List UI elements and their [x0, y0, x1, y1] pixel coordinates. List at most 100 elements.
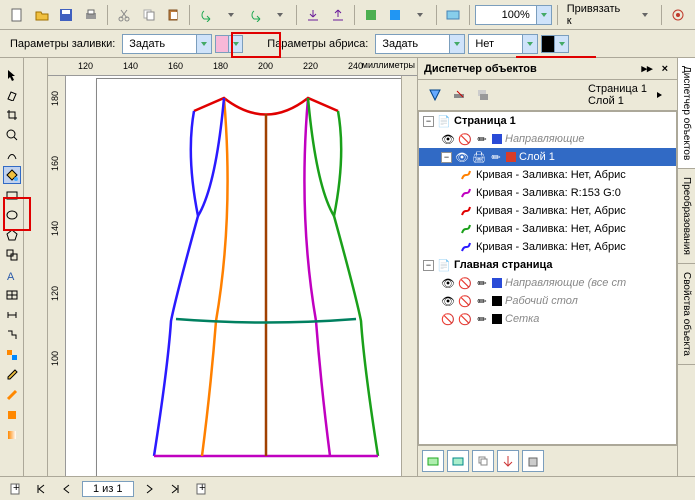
- disable-icon[interactable]: 🚫: [458, 276, 472, 290]
- eye-icon[interactable]: 👁: [441, 132, 455, 146]
- fill-mode-combo[interactable]: Задать: [122, 34, 212, 54]
- chevron-down-icon[interactable]: [228, 36, 242, 52]
- eye-icon[interactable]: 👁: [441, 276, 455, 290]
- tree-guides[interactable]: 👁🚫✏ Направляющие: [419, 130, 676, 148]
- tab-transformations[interactable]: Преобразования: [678, 169, 695, 264]
- ellipse-tool-icon[interactable]: [3, 206, 21, 224]
- text-tool-icon[interactable]: A: [3, 266, 21, 284]
- chevron-down-icon[interactable]: [196, 35, 211, 53]
- canvas[interactable]: [66, 76, 401, 476]
- outline-preset-combo[interactable]: Нет: [468, 34, 538, 54]
- undo-drop-icon[interactable]: [220, 4, 242, 26]
- undo-icon[interactable]: [195, 4, 217, 26]
- chevron-down-icon[interactable]: [536, 6, 551, 24]
- eyedropper-tool-icon[interactable]: [3, 366, 21, 384]
- show-props-icon[interactable]: [424, 84, 446, 106]
- tree-curve[interactable]: Кривая - Заливка: Нет, Абрис: [419, 238, 676, 256]
- move-layer-icon[interactable]: [497, 450, 519, 472]
- freehand-tool-icon[interactable]: [3, 146, 21, 164]
- object-tree[interactable]: −📄 Страница 1 👁🚫✏ Направляющие − 👁🖨✏ Сло…: [418, 111, 677, 445]
- tree-grid[interactable]: 🚫🚫✏ Сетка: [419, 310, 676, 328]
- tab-object-props[interactable]: Свойства объекта: [678, 264, 695, 365]
- save-icon[interactable]: [56, 4, 78, 26]
- app3-icon[interactable]: [409, 4, 431, 26]
- import-icon[interactable]: [302, 4, 324, 26]
- pencil-icon[interactable]: ✏: [475, 312, 489, 326]
- dimension-tool-icon[interactable]: [3, 306, 21, 324]
- cut-icon[interactable]: [113, 4, 135, 26]
- delete-layer-icon[interactable]: [522, 450, 544, 472]
- tree-layer1[interactable]: − 👁🖨✏ Слой 1: [419, 148, 676, 166]
- eye-icon[interactable]: 👁: [441, 294, 455, 308]
- tree-curve[interactable]: Кривая - Заливка: Нет, Абрис: [419, 166, 676, 184]
- collapse-icon[interactable]: ▸▸: [638, 63, 655, 75]
- disable-icon[interactable]: 🚫: [458, 312, 472, 326]
- table-tool-icon[interactable]: [3, 286, 21, 304]
- vertical-ruler[interactable]: 180 160 140 120 100: [48, 76, 66, 476]
- outline-mode-combo[interactable]: Задать: [375, 34, 465, 54]
- disable-icon[interactable]: 🚫: [458, 132, 472, 146]
- crop-tool-icon[interactable]: [3, 106, 21, 124]
- pencil-icon[interactable]: ✏: [475, 132, 489, 146]
- welcome-icon[interactable]: [442, 4, 464, 26]
- snap-drop-icon[interactable]: [634, 4, 656, 26]
- last-page-icon[interactable]: [164, 478, 186, 500]
- tree-curve[interactable]: Кривая - Заливка: Нет, Абрис: [419, 202, 676, 220]
- options-icon[interactable]: [667, 4, 689, 26]
- copy-layer-icon[interactable]: [472, 450, 494, 472]
- close-icon[interactable]: ×: [659, 63, 671, 75]
- prev-page-icon[interactable]: [56, 478, 78, 500]
- connector-tool-icon[interactable]: [3, 326, 21, 344]
- new-icon[interactable]: [6, 4, 28, 26]
- polygon-tool-icon[interactable]: [3, 226, 21, 244]
- shape-tool-icon[interactable]: [3, 86, 21, 104]
- dress-drawing[interactable]: [116, 86, 401, 466]
- tree-master[interactable]: −📄 Главная страница: [419, 256, 676, 274]
- tree-page1[interactable]: −📄 Страница 1: [419, 112, 676, 130]
- next-page-icon[interactable]: [138, 478, 160, 500]
- layer-mgr-icon[interactable]: [472, 84, 494, 106]
- tab-object-manager[interactable]: Диспетчер объектов: [678, 58, 695, 169]
- open-icon[interactable]: [31, 4, 53, 26]
- zoom-tool-icon[interactable]: [3, 126, 21, 144]
- print-icon[interactable]: 🖨: [472, 150, 486, 164]
- flyout-icon[interactable]: [649, 84, 671, 106]
- basicshapes-tool-icon[interactable]: [3, 246, 21, 264]
- smartfill-tool-icon[interactable]: [3, 166, 21, 184]
- disable-icon[interactable]: 🚫: [441, 312, 455, 326]
- outline-tool-icon[interactable]: [3, 386, 21, 404]
- blend-tool-icon[interactable]: [3, 346, 21, 364]
- interactive-fill-icon[interactable]: [3, 426, 21, 444]
- first-page-icon[interactable]: [30, 478, 52, 500]
- pencil-icon[interactable]: ✏: [475, 294, 489, 308]
- pencil-icon[interactable]: ✏: [475, 276, 489, 290]
- new-layer-icon[interactable]: [422, 450, 444, 472]
- export-icon[interactable]: [327, 4, 349, 26]
- redo-drop-icon[interactable]: [269, 4, 291, 26]
- fill-color-swatch[interactable]: [215, 35, 243, 53]
- vertical-scrollbar[interactable]: [401, 76, 417, 476]
- eye-icon[interactable]: 👁: [455, 150, 469, 164]
- new-master-icon[interactable]: [447, 450, 469, 472]
- tree-curve[interactable]: Кривая - Заливка: Нет, Абрис: [419, 220, 676, 238]
- chevron-down-icon[interactable]: [554, 36, 568, 52]
- chevron-down-icon[interactable]: [522, 35, 537, 53]
- tree-guides-all[interactable]: 👁🚫✏ Направляющие (все ст: [419, 274, 676, 292]
- copy-icon[interactable]: [138, 4, 160, 26]
- pick-tool-icon[interactable]: [3, 66, 21, 84]
- chevron-down-icon[interactable]: [449, 35, 464, 53]
- add-page-icon[interactable]: +: [190, 478, 212, 500]
- tree-desktop[interactable]: 👁🚫✏ Рабочий стол: [419, 292, 676, 310]
- outline-color-swatch[interactable]: [541, 35, 569, 53]
- app2-icon[interactable]: [384, 4, 406, 26]
- add-page-icon[interactable]: +: [4, 478, 26, 500]
- redo-icon[interactable]: [245, 4, 267, 26]
- app1-icon[interactable]: [360, 4, 382, 26]
- rectangle-tool-icon[interactable]: [3, 186, 21, 204]
- disable-icon[interactable]: 🚫: [458, 294, 472, 308]
- edit-layers-icon[interactable]: [448, 84, 470, 106]
- zoom-combo[interactable]: 100%: [475, 5, 552, 25]
- tree-curve[interactable]: Кривая - Заливка: R:153 G:0: [419, 184, 676, 202]
- horizontal-ruler[interactable]: 120 140 160 180 200 220 240 миллиметры: [48, 58, 417, 76]
- pencil-icon[interactable]: ✏: [489, 150, 503, 164]
